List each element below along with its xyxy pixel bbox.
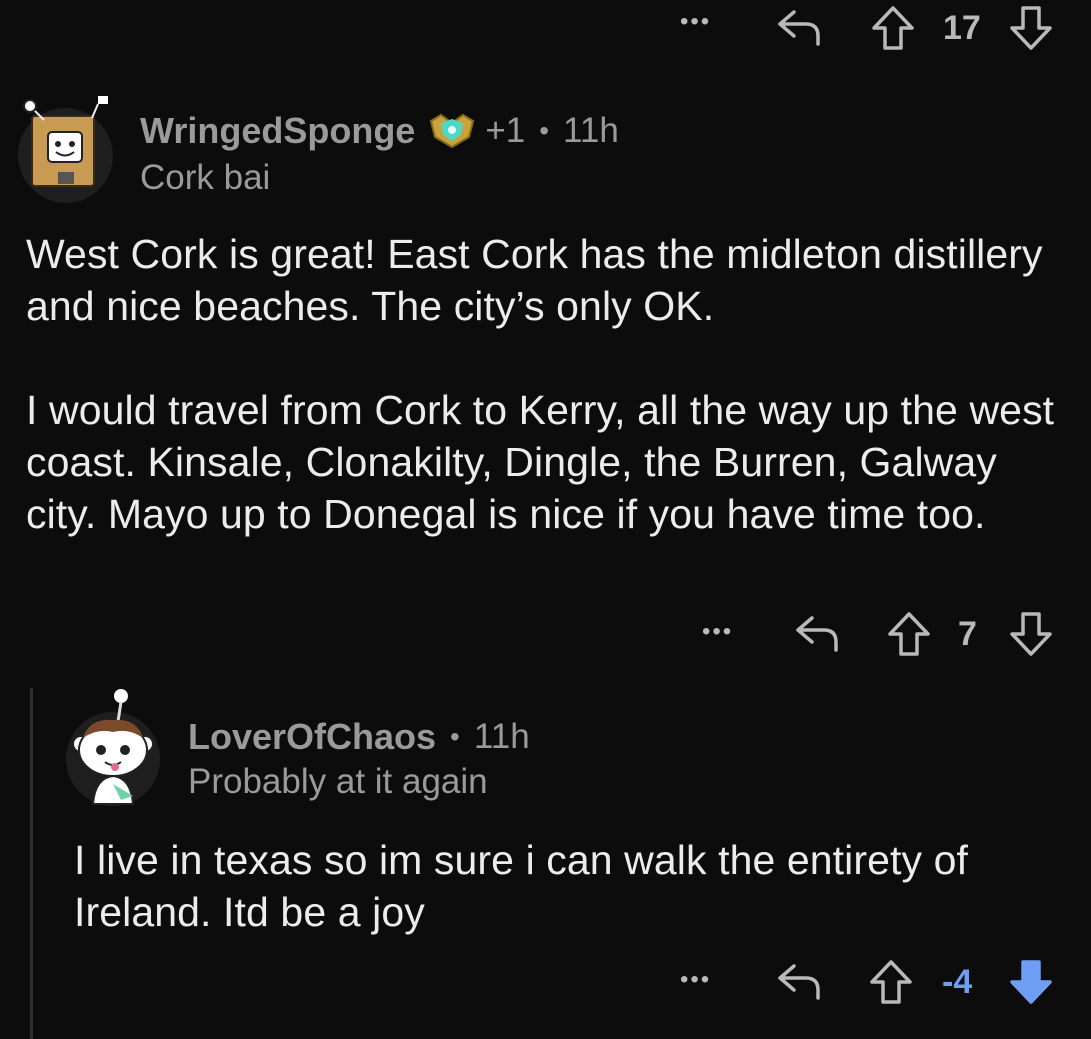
reply-icon[interactable] <box>790 612 842 654</box>
upvote-icon[interactable] <box>886 610 932 658</box>
separator-dot: • <box>450 721 460 752</box>
comment-paragraph: West Cork is great! East Cork has the mi… <box>26 231 1043 329</box>
comment-header: LoverOfChaos • 11h <box>188 712 530 762</box>
username[interactable]: WringedSponge <box>140 110 415 152</box>
username[interactable]: LoverOfChaos <box>188 716 436 758</box>
top-action-bar: ••• 17 <box>672 0 1072 56</box>
avatar[interactable] <box>66 689 160 806</box>
reply-icon[interactable] <box>772 6 824 48</box>
more-options-button[interactable]: ••• <box>680 8 711 36</box>
comment-header: WringedSponge +1 • 11h <box>140 106 619 156</box>
vote-score: -4 <box>942 963 973 1001</box>
award-count: +1 <box>485 111 526 150</box>
downvote-icon[interactable] <box>1008 610 1054 658</box>
downvote-icon-active[interactable] <box>1008 958 1054 1006</box>
upvote-icon[interactable] <box>868 958 914 1006</box>
downvote-icon[interactable] <box>1008 4 1054 52</box>
avatar[interactable] <box>18 96 113 203</box>
user-flair: Cork bai <box>140 158 271 197</box>
comment-action-bar: ••• -4 <box>672 952 1072 1008</box>
award-icon[interactable] <box>427 111 477 151</box>
more-options-button[interactable]: ••• <box>702 618 733 646</box>
comment-action-bar: ••• 7 <box>690 604 1070 660</box>
thread-line[interactable] <box>30 688 33 1039</box>
more-options-button[interactable]: ••• <box>680 966 711 994</box>
reply-icon[interactable] <box>772 960 824 1002</box>
upvote-icon[interactable] <box>870 4 916 52</box>
separator-dot: • <box>539 115 550 146</box>
comment-paragraph: I live in texas so im sure i can walk th… <box>74 837 969 935</box>
snoo-avatar-icon <box>66 689 160 806</box>
vote-score: 7 <box>958 615 977 653</box>
snoo-avatar-icon <box>19 96 113 203</box>
comment-paragraph: I would travel from Cork to Kerry, all t… <box>26 387 1055 537</box>
comment-body: West Cork is great! East Cork has the mi… <box>26 228 1066 540</box>
comment-time: 11h <box>563 111 619 150</box>
user-flair: Probably at it again <box>188 762 488 801</box>
vote-score: 17 <box>943 9 981 47</box>
comment-time: 11h <box>473 717 530 756</box>
comment-body: I live in texas so im sure i can walk th… <box>74 834 1064 938</box>
